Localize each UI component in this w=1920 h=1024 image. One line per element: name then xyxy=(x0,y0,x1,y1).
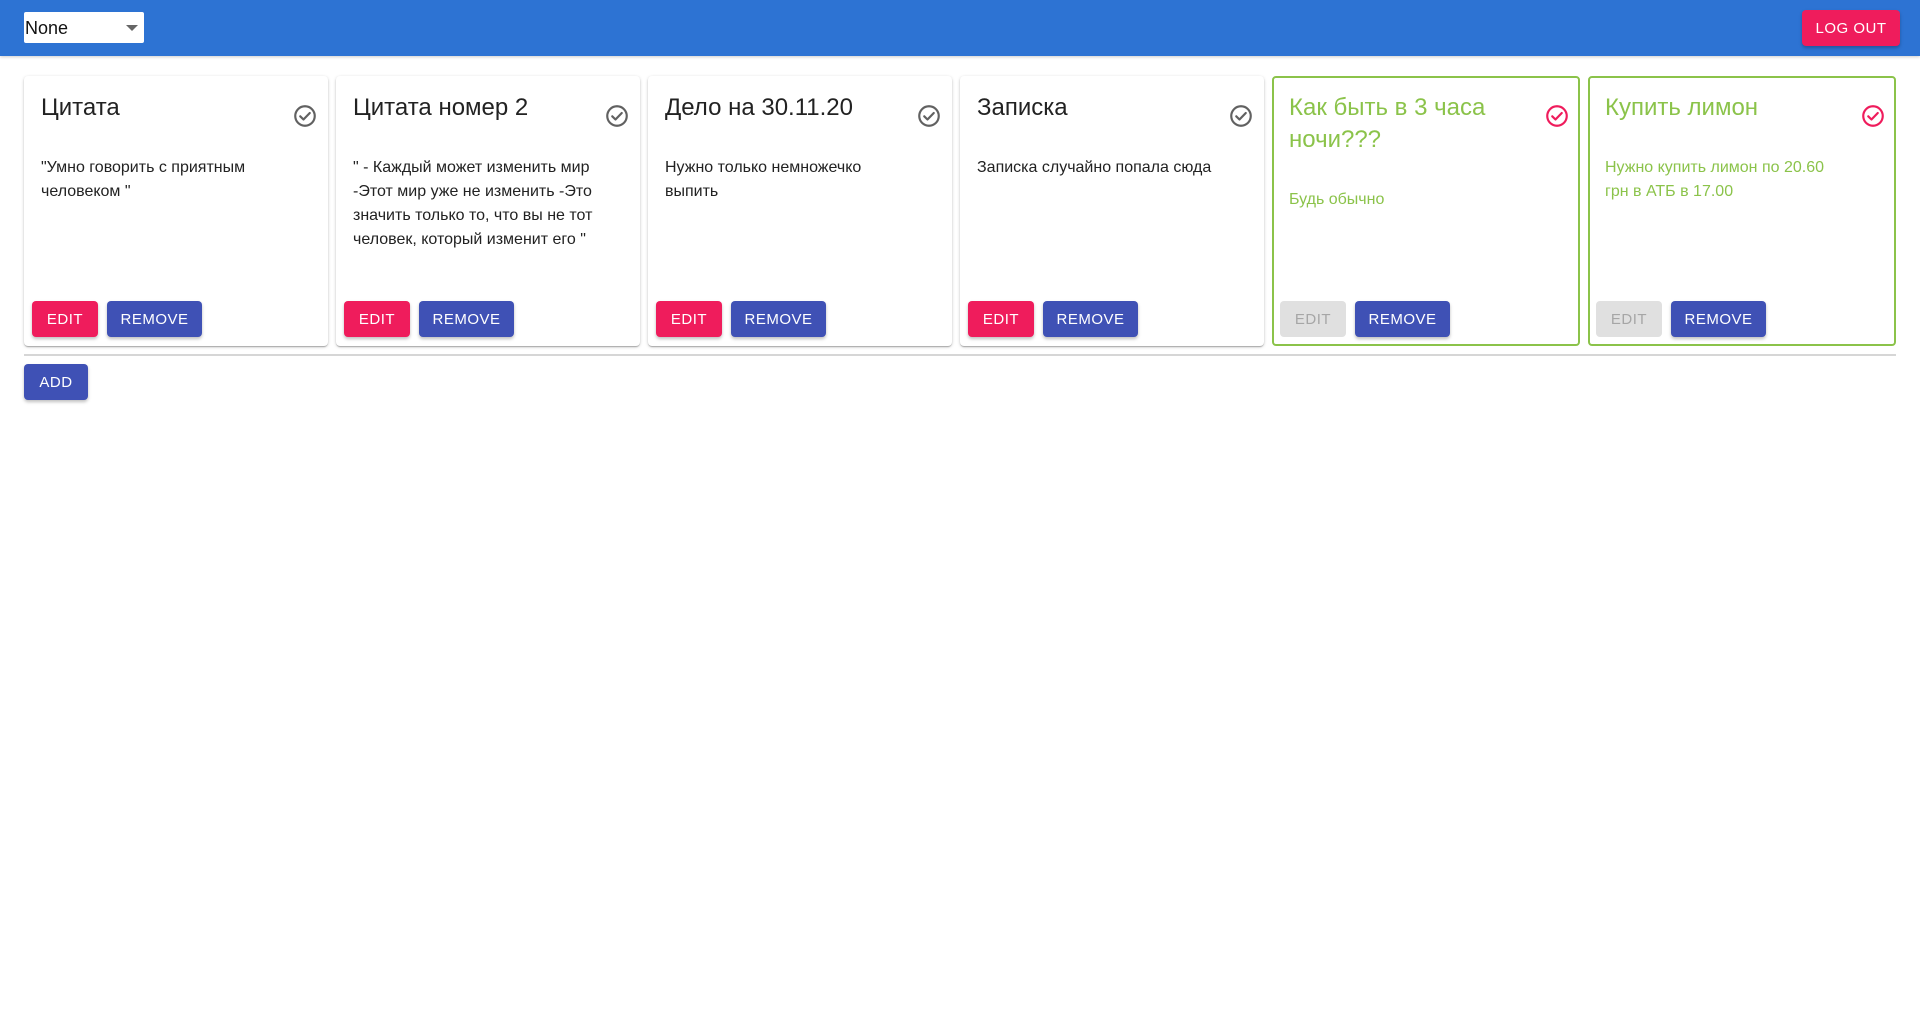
check-circle-icon[interactable] xyxy=(604,103,630,129)
edit-button[interactable]: EDIT xyxy=(32,301,98,337)
card-actions: EDIT REMOVE xyxy=(32,301,202,337)
note-title: Как быть в 3 часа ночи??? xyxy=(1289,94,1486,153)
note-body: Будь обычно xyxy=(1289,191,1385,208)
edit-button[interactable]: EDIT xyxy=(968,301,1034,337)
filter-select[interactable]: None xyxy=(24,12,144,43)
check-circle-icon[interactable] xyxy=(1544,103,1570,129)
note-title: Купить лимон xyxy=(1605,94,1759,121)
remove-button[interactable]: REMOVE xyxy=(1043,301,1138,337)
card-actions: EDIT REMOVE xyxy=(1280,301,1450,337)
note-card: Цитата номер 2 " - Каждый может изменить… xyxy=(336,76,640,346)
card-actions: EDIT REMOVE xyxy=(656,301,826,337)
note-title: Цитата xyxy=(41,94,120,121)
remove-button[interactable]: REMOVE xyxy=(731,301,826,337)
add-button[interactable]: ADD xyxy=(24,364,88,400)
edit-button[interactable]: EDIT xyxy=(344,301,410,337)
remove-button[interactable]: REMOVE xyxy=(419,301,514,337)
note-body: Нужно купить лимон по 20.60 грн в АТБ в … xyxy=(1605,159,1825,200)
edit-button: EDIT xyxy=(1596,301,1662,337)
check-circle-icon[interactable] xyxy=(1228,103,1254,129)
logout-button[interactable]: LOG OUT xyxy=(1802,10,1900,46)
note-card: Как быть в 3 часа ночи??? Будь обычно ED… xyxy=(1272,76,1580,346)
note-title: Записка xyxy=(977,94,1068,121)
note-title: Цитата номер 2 xyxy=(353,94,529,121)
note-card: Цитата "Умно говорить с приятным человек… xyxy=(24,76,328,346)
remove-button[interactable]: REMOVE xyxy=(1671,301,1766,337)
note-body: " - Каждый может изменить мир -Этот мир … xyxy=(353,159,593,248)
note-card: Купить лимон Нужно купить лимон по 20.60… xyxy=(1588,76,1896,346)
check-circle-icon[interactable] xyxy=(916,103,942,129)
app-bar: None LOG OUT xyxy=(0,0,1920,56)
note-card: Дело на 30.11.20 Нужно только немножечко… xyxy=(648,76,952,346)
check-circle-icon[interactable] xyxy=(1860,103,1886,129)
check-circle-icon[interactable] xyxy=(292,103,318,129)
note-body: "Умно говорить с приятным человеком " xyxy=(41,159,246,200)
filter-select-value: None xyxy=(25,18,69,38)
card-actions: EDIT REMOVE xyxy=(344,301,514,337)
chevron-down-icon xyxy=(126,25,138,31)
note-card: Записка Записка случайно попала сюда EDI… xyxy=(960,76,1264,346)
edit-button[interactable]: EDIT xyxy=(656,301,722,337)
note-body: Нужно только немножечко выпить xyxy=(665,159,862,200)
divider xyxy=(24,354,1896,356)
note-cards: Цитата "Умно говорить с приятным человек… xyxy=(24,76,1896,346)
note-title: Дело на 30.11.20 xyxy=(665,94,854,121)
card-actions: EDIT REMOVE xyxy=(1596,301,1766,337)
card-actions: EDIT REMOVE xyxy=(968,301,1138,337)
remove-button[interactable]: REMOVE xyxy=(107,301,202,337)
edit-button: EDIT xyxy=(1280,301,1346,337)
note-body: Записка случайно попала сюда xyxy=(977,159,1212,176)
remove-button[interactable]: REMOVE xyxy=(1355,301,1450,337)
